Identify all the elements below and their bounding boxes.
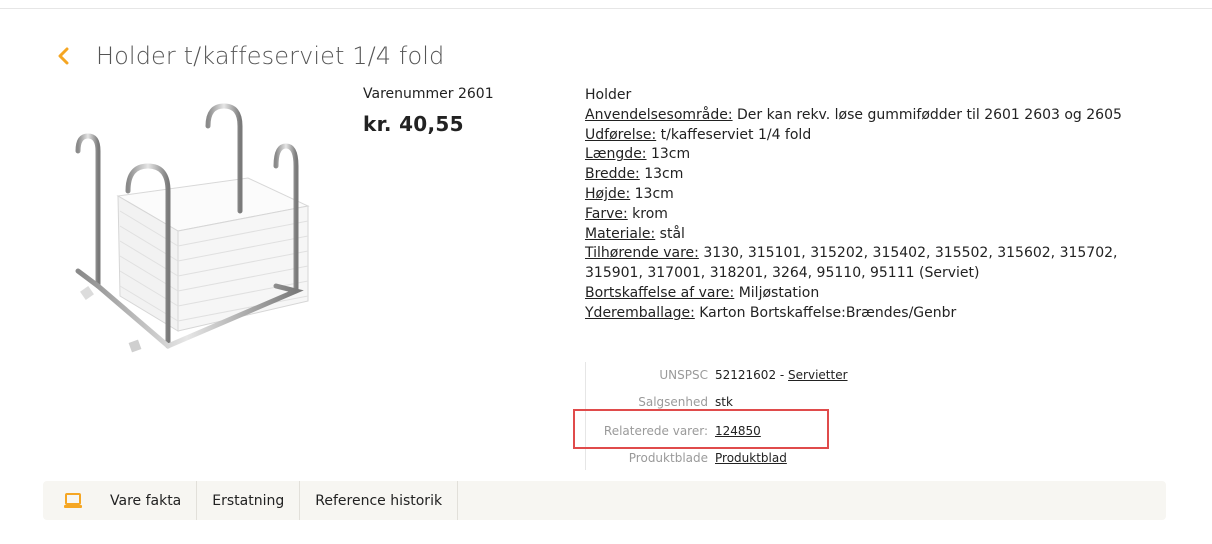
- chevron-left-icon: [58, 47, 69, 65]
- salgsenhed-row: Salgsenhed stk: [586, 395, 886, 409]
- spec-row: Tilhørende vare: 3130, 315101, 315202, 3…: [585, 244, 1165, 284]
- spec-label: Tilhørende vare:: [585, 245, 699, 262]
- spec-label: Bortskaffelse af vare:: [585, 284, 735, 301]
- spec-value: krom: [627, 205, 668, 222]
- unspsc-row: UNSPSC 52121602 - Servietter: [586, 368, 886, 382]
- product-sheet-row: Produktblade Produktblad: [586, 451, 886, 465]
- tab-bar: Vare fakta Erstatning Reference historik: [43, 481, 1166, 520]
- spec-value: Karton Bortskaffelse:Brændes/Genbr: [694, 304, 957, 321]
- top-divider: [0, 8, 1212, 9]
- spec-value: 13cm: [630, 185, 674, 202]
- spec-label: Anvendelsesområde:: [585, 106, 733, 123]
- spec-row: Farve: krom: [585, 205, 1165, 225]
- item-number: Varenummer 2601: [363, 86, 494, 102]
- spec-row: Udførelse: t/kaffeserviet 1/4 fold: [585, 126, 1165, 146]
- spec-row: Anvendelsesområde: Der kan rekv. løse gu…: [585, 106, 1165, 126]
- product-sheet-label: Produktblade: [628, 451, 708, 465]
- spec-row: Højde: 13cm: [585, 185, 1165, 205]
- salgsenhed-label: Salgsenhed: [638, 395, 708, 409]
- spec-label: Yderemballage:: [585, 304, 695, 321]
- spec-value: stål: [655, 225, 685, 242]
- spec-label: Farve:: [585, 205, 628, 222]
- related-items-highlight: [573, 409, 829, 449]
- unspsc-label: UNSPSC: [659, 368, 708, 382]
- product-image: [58, 96, 320, 366]
- laptop-icon: [51, 481, 95, 520]
- page-title: Holder t/kaffeserviet 1/4 fold: [96, 42, 445, 70]
- salgsenhed-value: stk: [715, 395, 733, 409]
- spec-label: Bredde:: [585, 166, 640, 183]
- spec-label: Længde:: [585, 146, 647, 163]
- spec-row: Længde: 13cm: [585, 145, 1165, 165]
- spec-label: Materiale:: [585, 225, 656, 242]
- spec-row: Bortskaffelse af vare: Miljøstation: [585, 284, 1165, 304]
- spec-value: 13cm: [639, 166, 684, 183]
- price-block: Varenummer 2601 kr. 40,55: [363, 86, 494, 136]
- spec-value: Der kan rekv. løse gummifødder til 2601 …: [732, 106, 1122, 123]
- spec-row: Yderemballage: Karton Bortskaffelse:Bræn…: [585, 304, 1165, 324]
- product-description: Holder Anvendelsesområde: Der kan rekv. …: [585, 86, 1165, 324]
- tab-vare-fakta[interactable]: Vare fakta: [95, 481, 198, 520]
- spec-row: Materiale: stål: [585, 225, 1165, 245]
- spec-value: Miljøstation: [734, 284, 820, 301]
- tab-reference-historik[interactable]: Reference historik: [300, 481, 459, 520]
- tab-erstatning[interactable]: Erstatning: [197, 481, 301, 520]
- unspsc-link[interactable]: Servietter: [788, 368, 847, 382]
- page-header: Holder t/kaffeserviet 1/4 fold: [52, 42, 444, 70]
- back-button[interactable]: [52, 43, 74, 69]
- description-intro: Holder: [585, 87, 632, 103]
- spec-label: Udførelse:: [585, 126, 657, 143]
- spec-row: Bredde: 13cm: [585, 165, 1165, 185]
- price: kr. 40,55: [363, 112, 464, 136]
- spec-value: t/kaffeserviet 1/4 fold: [656, 126, 812, 143]
- spec-value: 13cm: [646, 146, 691, 163]
- unspsc-code: 52121602 -: [715, 368, 789, 382]
- product-sheet-link[interactable]: Produktblad: [715, 451, 787, 465]
- spec-label: Højde:: [585, 185, 631, 202]
